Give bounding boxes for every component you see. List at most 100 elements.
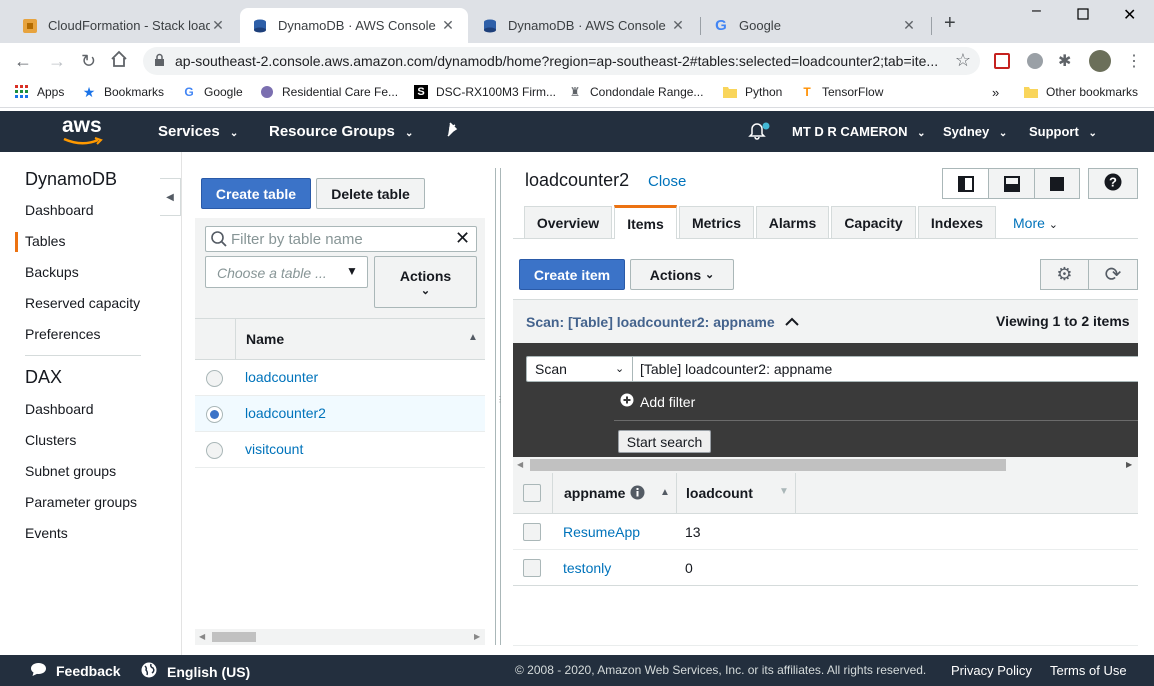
support-menu[interactable]: Support ⌄ bbox=[1029, 124, 1097, 139]
scroll-right-icon[interactable]: ▶ bbox=[474, 632, 480, 641]
browser-tab-dynamodb[interactable]: DynamoDB · AWS Console ✕ bbox=[470, 8, 698, 43]
nav-dax-dashboard[interactable]: Dashboard bbox=[25, 401, 94, 417]
add-filter-button[interactable]: Add filter bbox=[620, 393, 695, 410]
scan-target-select[interactable]: [Table] loadcounter2: appname bbox=[632, 356, 1138, 382]
table-row-selected[interactable]: loadcounter2 bbox=[195, 396, 485, 432]
collapse-nav-button[interactable]: ◀ bbox=[160, 178, 181, 216]
select-all-checkbox[interactable] bbox=[523, 484, 541, 502]
tab-indexes[interactable]: Indexes bbox=[918, 206, 996, 238]
row-checkbox[interactable] bbox=[523, 523, 541, 541]
nav-clusters[interactable]: Clusters bbox=[25, 432, 76, 448]
bell-icon[interactable] bbox=[748, 121, 770, 145]
terms-of-use-link[interactable]: Terms of Use bbox=[1050, 663, 1127, 678]
bookmark-dsc[interactable]: S DSC-RX100M3 Firm... bbox=[414, 85, 556, 99]
table-row[interactable]: visitcount bbox=[195, 432, 485, 468]
forward-icon[interactable]: → bbox=[48, 51, 66, 72]
row-radio[interactable] bbox=[206, 406, 223, 423]
name-column-header[interactable]: Name bbox=[246, 331, 284, 347]
browser-tab-cloudformation[interactable]: CloudFormation - Stack loadco ✕ bbox=[10, 8, 238, 43]
bookmark-tensorflow[interactable]: T TensorFlow bbox=[800, 85, 883, 99]
scan-header[interactable]: Scan: [Table] loadcounter2: appname View… bbox=[513, 299, 1138, 343]
bookmark-google[interactable]: G Google bbox=[182, 85, 242, 99]
back-icon[interactable]: ← bbox=[14, 51, 32, 72]
row-radio[interactable] bbox=[206, 442, 223, 459]
nav-events[interactable]: Events bbox=[25, 525, 68, 541]
scrollbar-thumb[interactable] bbox=[212, 632, 256, 642]
menu-icon[interactable]: ⋮ bbox=[1126, 51, 1142, 71]
row-checkbox[interactable] bbox=[523, 559, 541, 577]
appname-column-header[interactable]: appname bbox=[564, 485, 625, 501]
bookmarks-overflow-icon[interactable]: » bbox=[992, 85, 999, 100]
delete-table-button[interactable]: Delete table bbox=[316, 178, 425, 209]
help-button[interactable]: ? bbox=[1088, 168, 1138, 199]
table-link[interactable]: loadcounter bbox=[245, 369, 318, 385]
table-link[interactable]: visitcount bbox=[245, 441, 303, 457]
bookmark-condondale[interactable]: ♜ Condondale Range... bbox=[568, 85, 704, 99]
sort-up-icon[interactable]: ▲ bbox=[660, 487, 670, 498]
close-tab-icon[interactable]: ✕ bbox=[210, 17, 226, 34]
clear-icon[interactable]: ✕ bbox=[455, 228, 470, 249]
scroll-left-icon[interactable]: ◀ bbox=[199, 632, 205, 641]
nav-tables[interactable]: Tables bbox=[25, 233, 65, 249]
table-row[interactable]: loadcounter bbox=[195, 360, 485, 396]
avatar[interactable] bbox=[1089, 50, 1111, 72]
address-bar[interactable]: ap-southeast-2.console.aws.amazon.com/dy… bbox=[143, 47, 980, 75]
nav-preferences[interactable]: Preferences bbox=[25, 326, 100, 342]
extension-icon[interactable] bbox=[994, 53, 1010, 69]
maximize-icon[interactable] bbox=[1077, 7, 1089, 25]
nav-dashboard[interactable]: Dashboard bbox=[25, 202, 94, 218]
nav-reserved-capacity[interactable]: Reserved capacity bbox=[25, 295, 140, 311]
close-window-icon[interactable]: ✕ bbox=[1123, 5, 1136, 25]
row-radio[interactable] bbox=[206, 370, 223, 387]
item-row[interactable]: ResumeApp 13 bbox=[513, 514, 1138, 550]
full-view-icon[interactable] bbox=[1035, 169, 1079, 198]
bookmark-python[interactable]: Python bbox=[723, 85, 782, 99]
scroll-left-icon[interactable]: ◀ bbox=[517, 460, 523, 469]
new-tab-icon[interactable]: + bbox=[944, 12, 956, 35]
tab-overview[interactable]: Overview bbox=[524, 206, 612, 238]
privacy-policy-link[interactable]: Privacy Policy bbox=[951, 663, 1032, 678]
create-item-button[interactable]: Create item bbox=[519, 259, 625, 290]
item-actions-button[interactable]: Actions ⌄ bbox=[630, 259, 734, 290]
split-view-icon[interactable] bbox=[943, 169, 989, 198]
puzzle-icon[interactable]: ✱ bbox=[1058, 51, 1071, 71]
scroll-right-icon[interactable]: ▶ bbox=[1126, 460, 1132, 469]
settings-button[interactable]: ⚙ bbox=[1040, 259, 1089, 290]
bookmark-apps[interactable]: Apps bbox=[15, 85, 64, 99]
pin-icon[interactable] bbox=[446, 122, 460, 142]
tab-more[interactable]: More ⌄ bbox=[1013, 215, 1058, 231]
resource-groups-menu[interactable]: Resource Groups ⌄ bbox=[269, 123, 413, 140]
appname-cell[interactable]: testonly bbox=[563, 560, 611, 576]
tab-metrics[interactable]: Metrics bbox=[679, 206, 754, 238]
tables-hscrollbar[interactable]: ◀ ▶ bbox=[195, 629, 485, 645]
splitter-handle[interactable]: ⋮ bbox=[496, 396, 504, 417]
item-row[interactable]: testonly 0 bbox=[513, 550, 1138, 586]
nav-parameter-groups[interactable]: Parameter groups bbox=[25, 494, 137, 510]
tab-alarms[interactable]: Alarms bbox=[756, 206, 829, 238]
sort-down-icon[interactable]: ▼ bbox=[779, 486, 789, 497]
home-icon[interactable] bbox=[110, 50, 128, 73]
loadcount-column-header[interactable]: loadcount bbox=[686, 485, 753, 501]
info-icon[interactable] bbox=[630, 485, 645, 503]
nav-subnet-groups[interactable]: Subnet groups bbox=[25, 463, 116, 479]
sort-up-icon[interactable]: ▲ bbox=[468, 332, 478, 343]
extension-icon[interactable] bbox=[1027, 53, 1043, 69]
browser-tab-google[interactable]: G Google ✕ bbox=[701, 8, 929, 43]
tab-capacity[interactable]: Capacity bbox=[831, 206, 916, 238]
close-tab-icon[interactable]: ✕ bbox=[440, 17, 456, 34]
close-tab-icon[interactable]: ✕ bbox=[670, 17, 686, 34]
close-tab-icon[interactable]: ✕ bbox=[901, 17, 917, 34]
bottom-view-icon[interactable] bbox=[989, 169, 1035, 198]
bookmark-star-icon[interactable]: ☆ bbox=[955, 50, 971, 71]
bookmark-residential-care[interactable]: Residential Care Fe... bbox=[260, 85, 398, 99]
tables-actions-button[interactable]: Actions ⌄ bbox=[374, 256, 477, 308]
region-menu[interactable]: Sydney ⌄ bbox=[943, 124, 1007, 139]
browser-tab-dynamodb-active[interactable]: DynamoDB · AWS Console ✕ bbox=[240, 8, 468, 43]
user-menu[interactable]: MT D R CAMERON ⌄ bbox=[792, 124, 926, 139]
services-menu[interactable]: Services ⌄ bbox=[158, 123, 238, 140]
language-button[interactable]: English (US) bbox=[141, 662, 250, 681]
scan-type-select[interactable]: Scan ⌄ bbox=[526, 356, 634, 382]
nav-backups[interactable]: Backups bbox=[25, 264, 79, 280]
aws-logo[interactable]: aws bbox=[62, 114, 103, 145]
table-link[interactable]: loadcounter2 bbox=[245, 405, 326, 421]
